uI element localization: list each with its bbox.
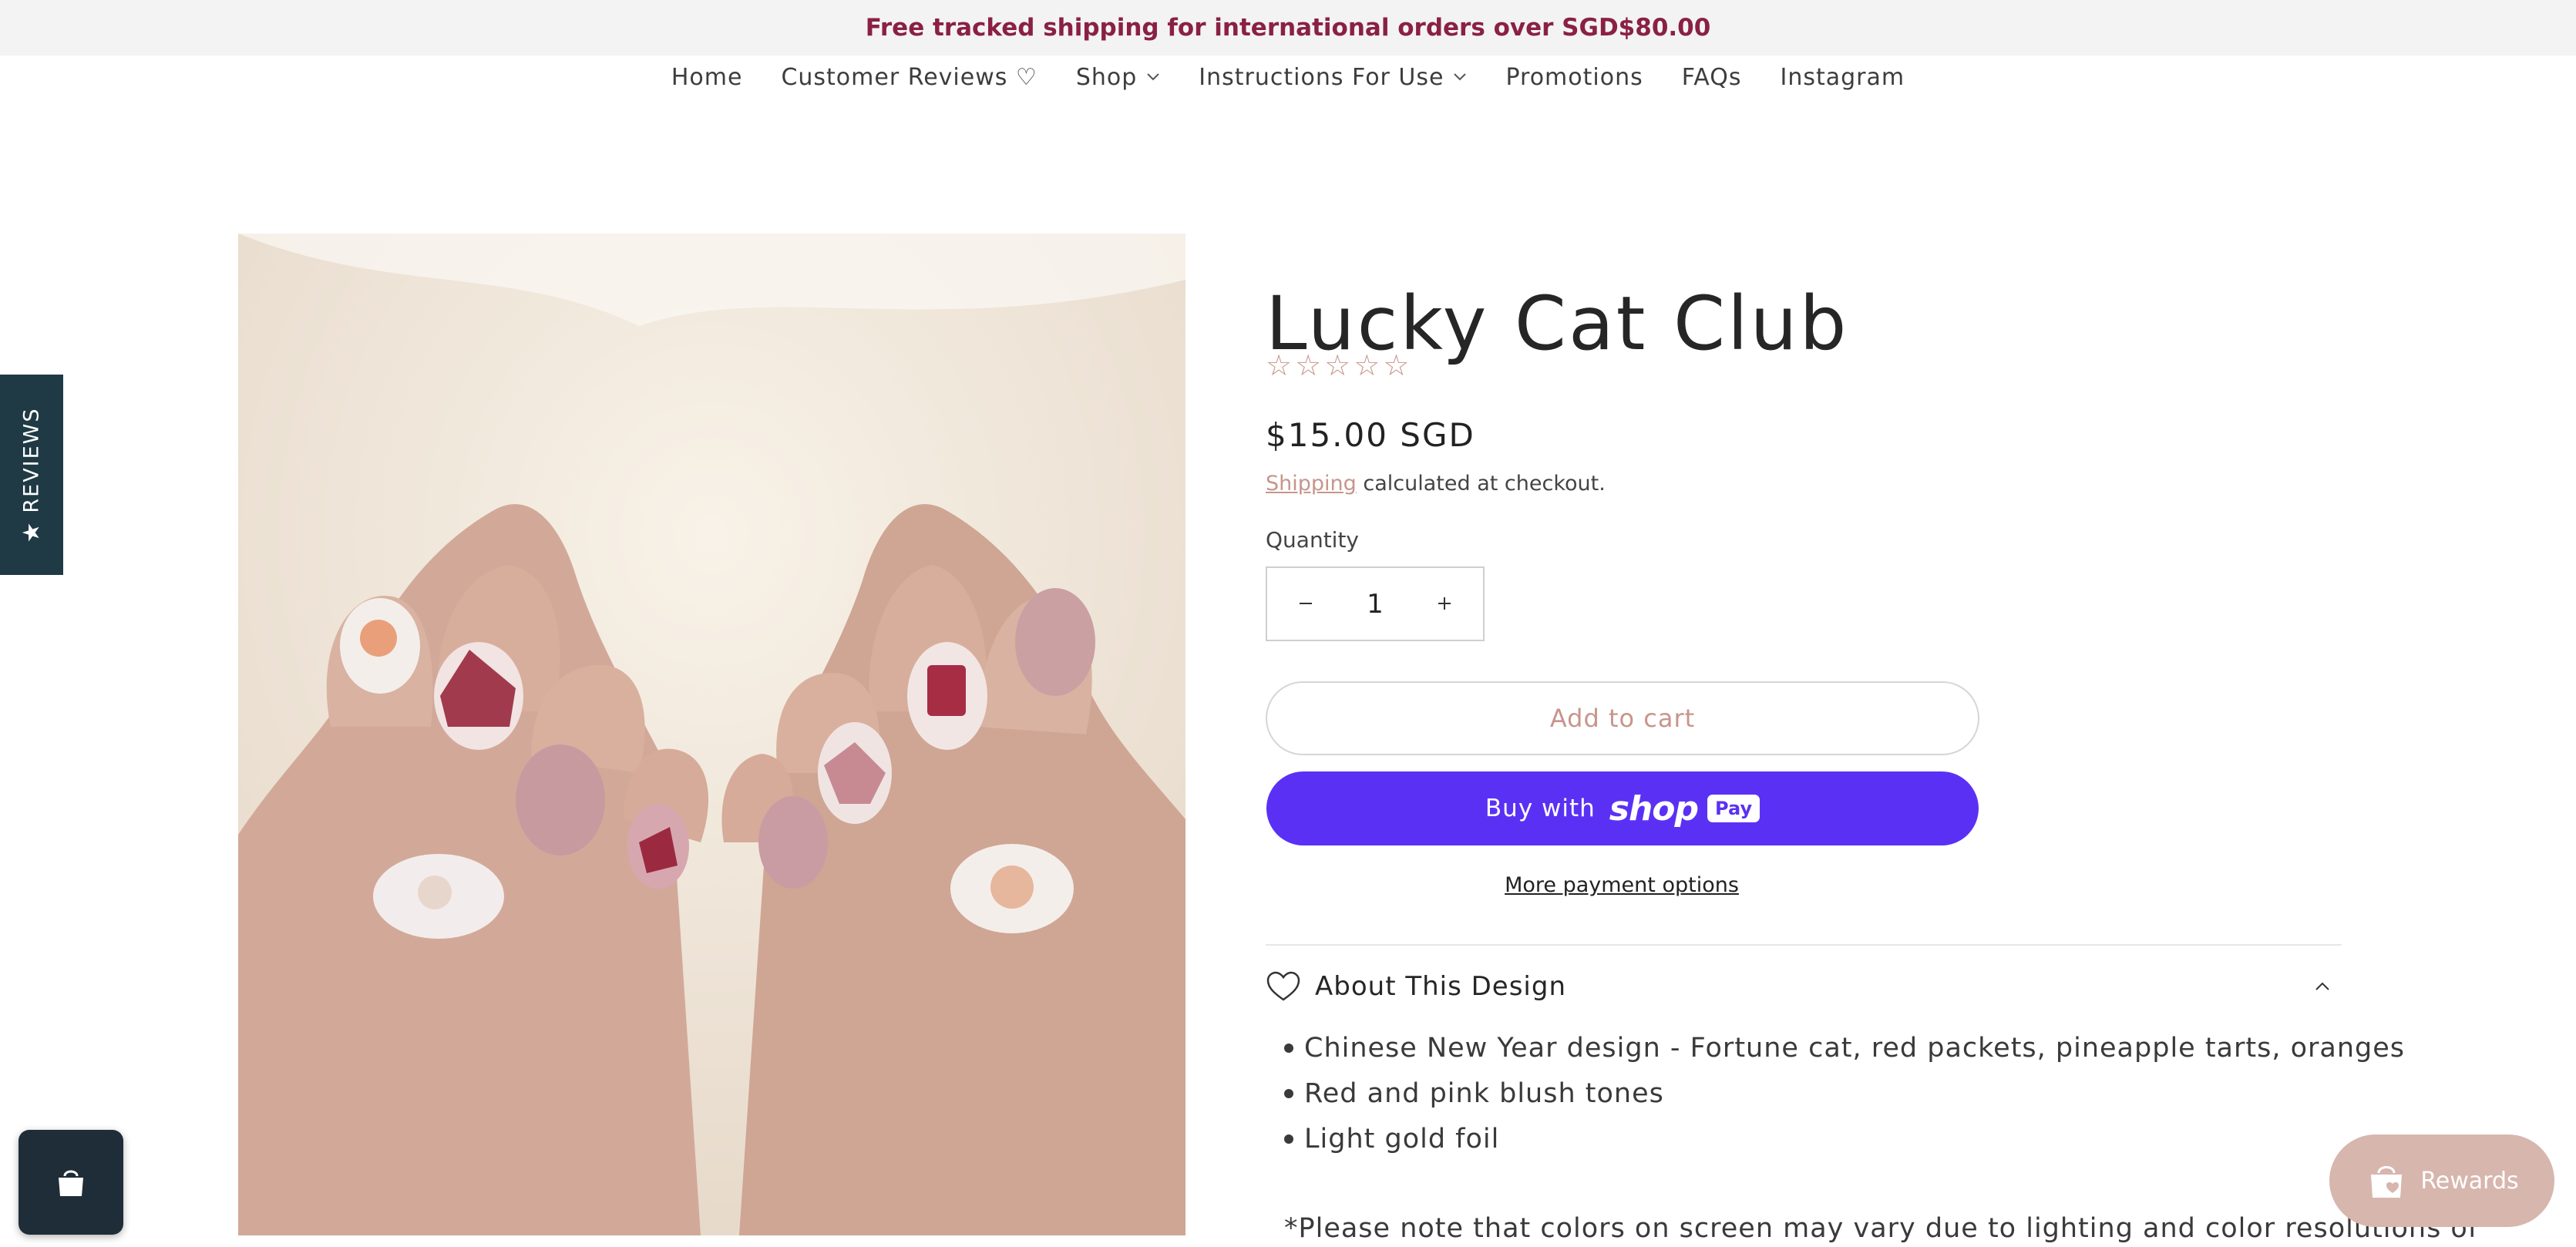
- star-outline-icon: ☆: [1383, 348, 1410, 382]
- nav-shop-label: Shop: [1075, 63, 1138, 91]
- announcement-bar: Free tracked shipping for international …: [0, 0, 2576, 55]
- product-image[interactable]: [238, 234, 1185, 1235]
- shop-pay-button[interactable]: Buy with shop Pay: [1266, 771, 1979, 845]
- list-item: Light gold foil: [1284, 1116, 2405, 1161]
- about-design-accordion[interactable]: About This Design: [1266, 965, 2342, 1008]
- list-item: Chinese New Year design - Fortune cat, r…: [1284, 1025, 2405, 1071]
- design-bullet-list: Chinese New Year design - Fortune cat, r…: [1284, 1025, 2405, 1161]
- nav-instructions[interactable]: Instructions For Use: [1199, 64, 1467, 91]
- shipping-note: Shipping calculated at checkout.: [1266, 472, 1606, 496]
- list-item: Red and pink blush tones: [1284, 1071, 2405, 1116]
- buy-with-label: Buy with: [1485, 795, 1596, 822]
- product-price: $15.00 SGD: [1266, 416, 1475, 454]
- more-payment-options-link[interactable]: More payment options: [1266, 873, 1978, 897]
- add-to-cart-button[interactable]: Add to cart: [1266, 681, 1979, 755]
- shipping-link[interactable]: Shipping: [1266, 472, 1357, 496]
- nav-faqs[interactable]: FAQs: [1682, 64, 1742, 91]
- announcement-text: Free tracked shipping for international …: [865, 14, 1711, 42]
- bullet-text: Chinese New Year design - Fortune cat, r…: [1304, 1032, 2406, 1064]
- nav-shop[interactable]: Shop: [1076, 64, 1160, 91]
- color-disclaimer: *Please note that colors on screen may v…: [1284, 1213, 2479, 1244]
- about-design-label: About This Design: [1315, 971, 1567, 1002]
- nav-home[interactable]: Home: [671, 64, 743, 91]
- minus-icon: [1300, 603, 1312, 604]
- star-outline-icon: ☆: [1354, 348, 1380, 382]
- divider: [1266, 944, 2342, 946]
- star-outline-icon: ☆: [1266, 348, 1293, 382]
- plus-icon: [1438, 597, 1451, 610]
- nav-instagram[interactable]: Instagram: [1781, 64, 1905, 91]
- reviews-tab-label: REVIEWS: [19, 406, 44, 513]
- star-outline-icon: ☆: [1295, 348, 1322, 382]
- heart-icon: [1266, 971, 1300, 1001]
- rewards-button[interactable]: Rewards: [2329, 1134, 2554, 1227]
- shopping-bag-icon: [59, 1170, 83, 1196]
- quantity-input[interactable]: 1: [1344, 589, 1406, 620]
- quantity-label: Quantity: [1266, 527, 1359, 553]
- star-outline-icon: ☆: [1324, 348, 1351, 382]
- shop-logo: shop: [1609, 788, 1699, 829]
- increase-quantity-button[interactable]: [1429, 588, 1460, 620]
- rating-stars[interactable]: ☆ ☆ ☆ ☆ ☆: [1266, 348, 1409, 382]
- rewards-label: Rewards: [2420, 1167, 2519, 1195]
- shipping-note-text: calculated at checkout.: [1356, 472, 1606, 496]
- pay-badge: Pay: [1707, 795, 1760, 822]
- star-icon: ★: [18, 520, 45, 543]
- quantity-stepper: 1: [1266, 566, 1485, 641]
- reviews-side-tab[interactable]: ★ REVIEWS: [0, 375, 63, 575]
- rewards-bag-icon: [2371, 1166, 2403, 1198]
- main-nav: Home Customer Reviews ♡ Shop Instruction…: [0, 55, 2576, 99]
- chevron-down-icon: [1147, 73, 1159, 81]
- chevron-down-icon: [1454, 73, 1467, 81]
- bullet-dot: [1284, 1134, 1293, 1144]
- nav-instructions-label: Instructions For Use: [1199, 63, 1444, 91]
- nav-promotions[interactable]: Promotions: [1505, 64, 1643, 91]
- decrease-quantity-button[interactable]: [1290, 588, 1321, 620]
- bullet-text: Light gold foil: [1304, 1123, 1500, 1155]
- nails-photo-illustration: [238, 234, 1185, 1235]
- bullet-dot: [1284, 1088, 1293, 1098]
- bullet-dot: [1284, 1043, 1293, 1053]
- nav-customer-reviews[interactable]: Customer Reviews ♡: [781, 64, 1037, 91]
- chat-button[interactable]: [18, 1130, 123, 1235]
- bullet-text: Red and pink blush tones: [1304, 1077, 1664, 1109]
- chevron-up-icon: [2315, 982, 2329, 990]
